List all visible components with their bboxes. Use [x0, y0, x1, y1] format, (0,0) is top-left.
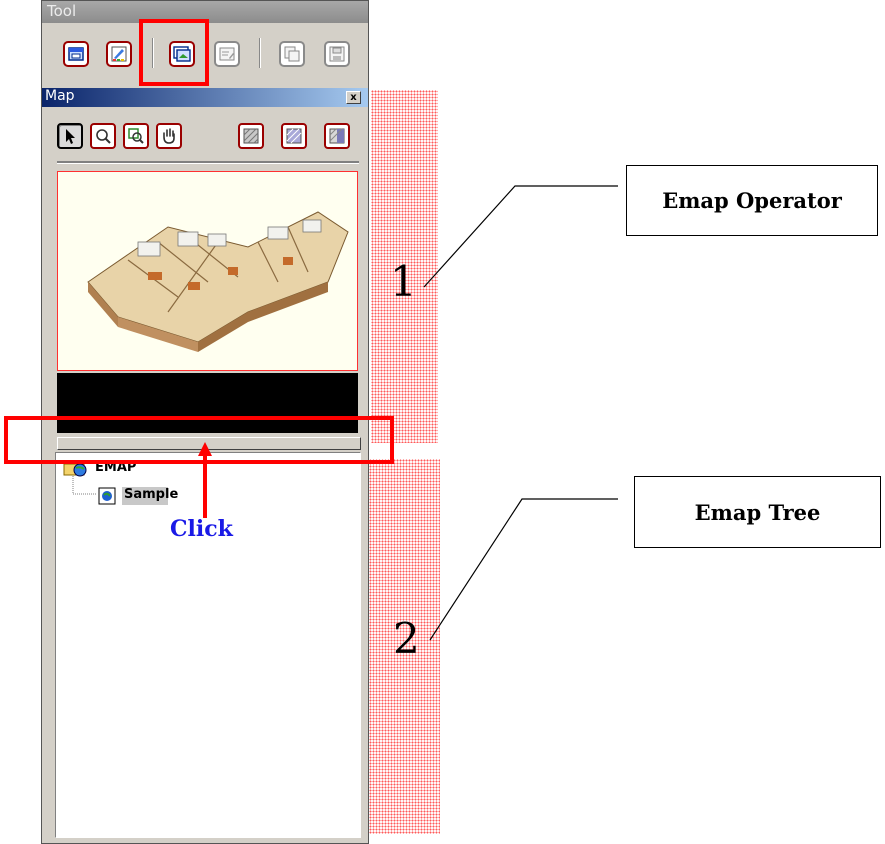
region-1-number: 1: [390, 257, 417, 306]
callout-emap-tree: Emap Tree: [634, 476, 881, 548]
region-2-number: 2: [393, 614, 420, 663]
callout-emap-operator: Emap Operator: [626, 165, 878, 236]
callout-lines: [423, 185, 618, 641]
